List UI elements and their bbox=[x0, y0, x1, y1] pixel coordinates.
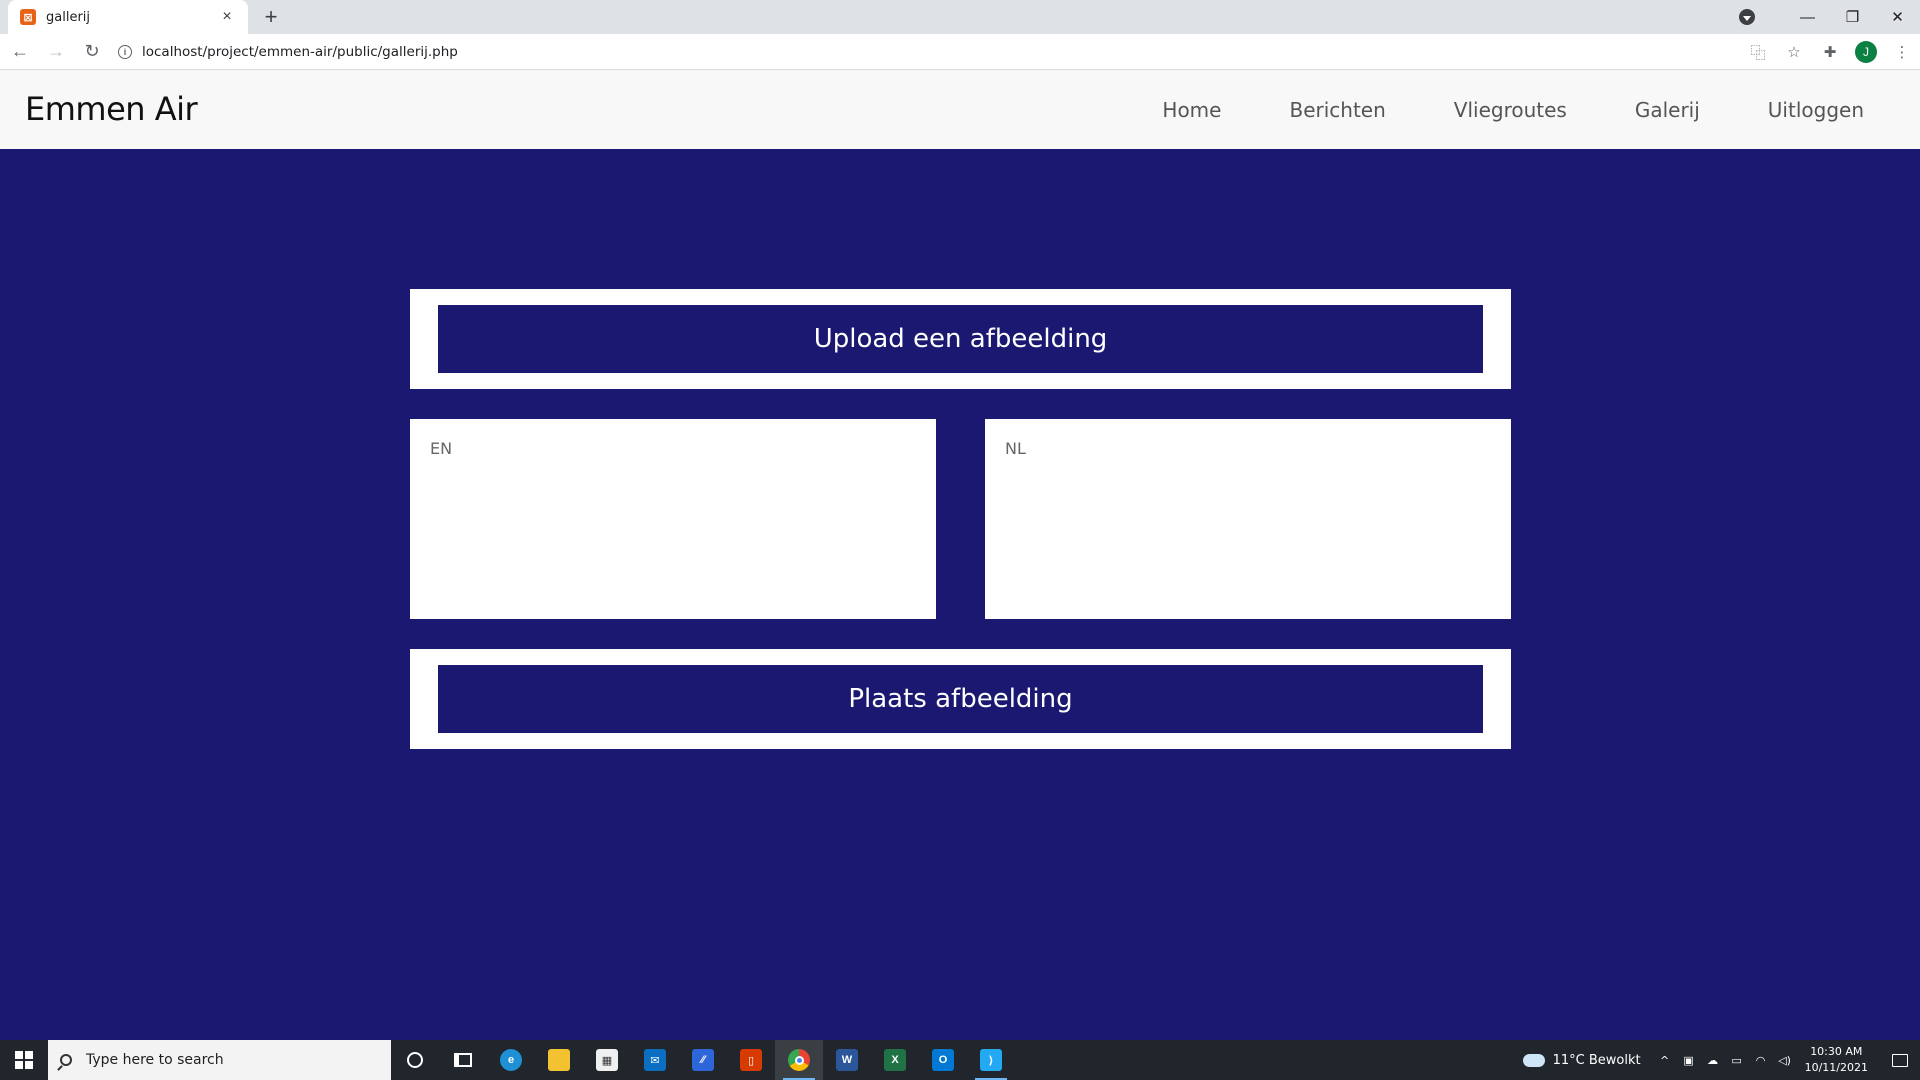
office-icon: ▯ bbox=[740, 1049, 762, 1071]
battery-icon[interactable]: ▭ bbox=[1725, 1040, 1749, 1080]
onedrive-icon[interactable]: ☁ bbox=[1701, 1040, 1725, 1080]
taskbar-app-word[interactable]: W bbox=[823, 1040, 871, 1080]
bookmark-star-icon[interactable]: ☆ bbox=[1776, 34, 1812, 70]
nav-link-vliegroutes[interactable]: Vliegroutes bbox=[1420, 98, 1601, 122]
clock-date: 10/11/2021 bbox=[1804, 1061, 1868, 1074]
nav-link-uitloggen[interactable]: Uitloggen bbox=[1734, 98, 1920, 122]
meet-now-icon[interactable]: ▣ bbox=[1677, 1040, 1701, 1080]
nav-link-home[interactable]: Home bbox=[1128, 98, 1255, 122]
taskbar-app-edge[interactable]: e bbox=[487, 1040, 535, 1080]
close-tab-icon[interactable]: × bbox=[218, 8, 236, 26]
site-brand[interactable]: Emmen Air bbox=[25, 90, 198, 128]
minimize-button[interactable]: — bbox=[1785, 0, 1830, 34]
tab-search-icon[interactable] bbox=[1739, 9, 1755, 25]
nav-link-galerij[interactable]: Galerij bbox=[1601, 98, 1734, 122]
upload-image-button[interactable]: Upload een afbeelding bbox=[438, 305, 1483, 373]
start-button[interactable] bbox=[0, 1040, 48, 1080]
windows-taskbar: Type here to search e ▦ ✉ ⁄⁄ ▯ W X O ⟩ 1… bbox=[0, 1040, 1920, 1080]
tab-title: gallerij bbox=[46, 9, 91, 25]
submit-panel: Plaats afbeelding bbox=[410, 649, 1511, 749]
taskbar-app-office[interactable]: ▯ bbox=[727, 1040, 775, 1080]
file-explorer-icon bbox=[548, 1049, 570, 1071]
translate-icon[interactable]: ⿻ bbox=[1740, 34, 1776, 70]
store-icon: ▦ bbox=[596, 1049, 618, 1071]
profile-button[interactable]: J bbox=[1848, 34, 1884, 70]
description-en-field[interactable] bbox=[410, 419, 936, 619]
task-view-icon bbox=[454, 1053, 472, 1067]
taskbar-app-store[interactable]: ▦ bbox=[583, 1040, 631, 1080]
chrome-icon bbox=[788, 1049, 810, 1071]
cloud-icon[interactable] bbox=[1522, 1053, 1545, 1067]
browser-toolbar: ← → ↻ i localhost/project/emmen-air/publ… bbox=[0, 34, 1920, 70]
clock[interactable]: 10:30 AM 10/11/2021 bbox=[1805, 1044, 1868, 1076]
task-view-button[interactable] bbox=[439, 1040, 487, 1080]
toolbar-actions: ⿻ ☆ ✚ J ⋮ bbox=[1740, 34, 1920, 70]
place-image-button[interactable]: Plaats afbeelding bbox=[438, 665, 1483, 733]
search-placeholder: Type here to search bbox=[86, 1052, 224, 1068]
clock-time: 10:30 AM bbox=[1810, 1045, 1863, 1058]
browser-tab[interactable]: ⊠ gallerij × bbox=[8, 0, 248, 34]
url-text: localhost/project/emmen-air/public/galle… bbox=[142, 44, 458, 60]
taskbar-search[interactable]: Type here to search bbox=[48, 1040, 391, 1080]
mail-icon: ✉ bbox=[644, 1049, 666, 1071]
nav-link-berichten[interactable]: Berichten bbox=[1255, 98, 1419, 122]
site-nav: Home Berichten Vliegroutes Galerij Uitlo… bbox=[1128, 70, 1920, 149]
close-window-button[interactable]: ✕ bbox=[1875, 0, 1920, 34]
forward-button[interactable]: → bbox=[40, 36, 72, 68]
extensions-icon[interactable]: ✚ bbox=[1812, 34, 1848, 70]
taskbar-app-powerautomate[interactable]: ⁄⁄ bbox=[679, 1040, 727, 1080]
cortana-button[interactable] bbox=[391, 1040, 439, 1080]
menu-kebab-icon[interactable]: ⋮ bbox=[1884, 34, 1920, 70]
address-bar[interactable]: i localhost/project/emmen-air/public/gal… bbox=[108, 38, 1788, 66]
taskbar-app-mail[interactable]: ✉ bbox=[631, 1040, 679, 1080]
system-tray: 11°C Bewolkt ^ ▣ ☁ ▭ ◠ ◁) 10:30 AM 10/11… bbox=[1522, 1040, 1920, 1080]
reload-button[interactable]: ↻ bbox=[76, 36, 108, 68]
windows-logo-icon bbox=[15, 1051, 33, 1069]
description-nl-field[interactable] bbox=[985, 419, 1511, 619]
edge-icon: e bbox=[500, 1049, 522, 1071]
notification-center-button[interactable] bbox=[1880, 1040, 1920, 1080]
chevron-up-icon[interactable]: ^ bbox=[1653, 1040, 1677, 1080]
excel-icon: X bbox=[884, 1049, 906, 1071]
back-button[interactable]: ← bbox=[4, 36, 36, 68]
xampp-icon: ⊠ bbox=[20, 9, 36, 25]
window-controls: — ❐ ✕ bbox=[1739, 0, 1920, 34]
wifi-icon[interactable]: ◠ bbox=[1749, 1040, 1773, 1080]
notification-icon bbox=[1892, 1053, 1908, 1067]
taskbar-app-outlook[interactable]: O bbox=[919, 1040, 967, 1080]
volume-icon[interactable]: ◁) bbox=[1773, 1040, 1797, 1080]
weather-text[interactable]: 11°C Bewolkt bbox=[1553, 1053, 1641, 1068]
taskbar-app-excel[interactable]: X bbox=[871, 1040, 919, 1080]
word-icon: W bbox=[836, 1049, 858, 1071]
browser-tabstrip: ⊠ gallerij × + — ❐ ✕ bbox=[0, 0, 1920, 34]
taskbar-app-explorer[interactable] bbox=[535, 1040, 583, 1080]
cortana-icon bbox=[407, 1052, 423, 1068]
new-tab-button[interactable]: + bbox=[258, 4, 284, 30]
powerautomate-icon: ⁄⁄ bbox=[692, 1049, 714, 1071]
site-header: Emmen Air Home Berichten Vliegroutes Gal… bbox=[0, 70, 1920, 149]
outlook-icon: O bbox=[932, 1049, 954, 1071]
taskbar-app-vscode[interactable]: ⟩ bbox=[967, 1040, 1015, 1080]
avatar: J bbox=[1855, 41, 1877, 63]
search-icon bbox=[60, 1054, 72, 1066]
site-info-icon[interactable]: i bbox=[118, 45, 132, 59]
vscode-icon: ⟩ bbox=[980, 1049, 1002, 1071]
upload-panel: Upload een afbeelding bbox=[410, 289, 1511, 389]
taskbar-app-chrome[interactable] bbox=[775, 1040, 823, 1080]
restore-button[interactable]: ❐ bbox=[1830, 0, 1875, 34]
